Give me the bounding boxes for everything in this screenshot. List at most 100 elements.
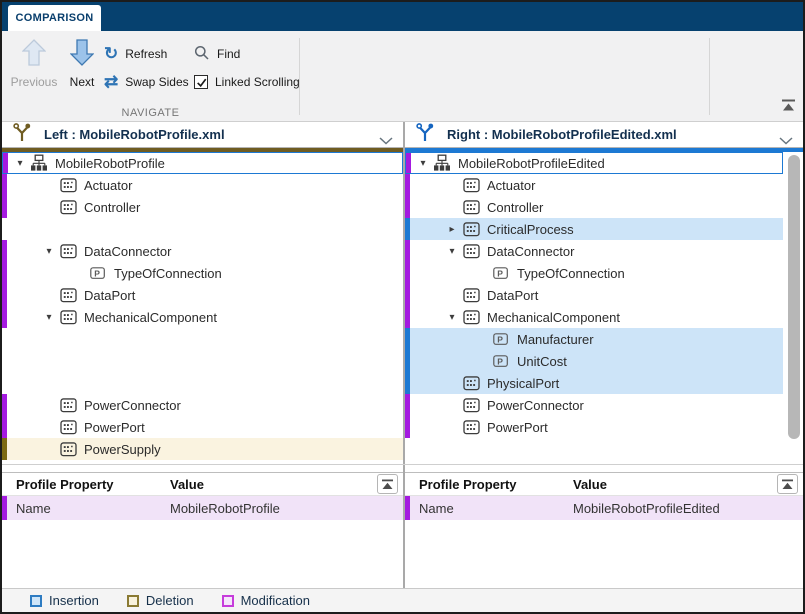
tree-item-label: DataConnector [487, 244, 574, 259]
tree-item-manufacturer[interactable]: PManufacturer [405, 328, 783, 350]
property-icon: P [491, 267, 511, 280]
modification-marker-bar [2, 416, 7, 438]
tree-item-label: TypeOfConnection [114, 266, 222, 281]
tree-item-powerport[interactable]: PowerPort [405, 416, 803, 438]
scrollbar-thumb[interactable] [788, 155, 800, 439]
tab-bar: COMPARISON [2, 2, 803, 31]
swap-sides-button[interactable]: ⇄ Swap Sides [104, 71, 189, 93]
tree-item-label: PowerPort [487, 420, 548, 435]
branch-compare-icon [12, 122, 32, 148]
tree-item-actuator[interactable]: Actuator [405, 174, 803, 196]
insertion-marker-bar [405, 218, 410, 240]
tree-item-label: MechanicalComponent [84, 310, 217, 325]
collapse-pane-button[interactable] [377, 474, 398, 494]
stereotype-icon [461, 178, 481, 193]
ribbon-section-separator [709, 38, 710, 115]
modification-marker-bar [405, 416, 410, 438]
left-file-selector[interactable]: Left : MobileRobotProfile.xml [2, 122, 403, 148]
tree-item-label: Controller [84, 200, 140, 215]
stereotype-icon [58, 200, 78, 215]
tree-item-powerport[interactable]: PowerPort [2, 416, 403, 438]
modification-marker-bar [2, 174, 7, 196]
stereotype-icon [461, 376, 481, 391]
collapse-pane-button[interactable] [777, 474, 798, 494]
tree-empty-row [2, 218, 403, 240]
collapse-ribbon-button[interactable] [781, 99, 801, 114]
vertical-scrollbar[interactable] [787, 152, 801, 464]
refresh-button[interactable]: ↻ Refresh [104, 43, 167, 65]
tree-item-label: MobileRobotProfile [55, 156, 165, 171]
checkbox-checked-icon [194, 75, 208, 89]
svg-text:P: P [497, 356, 503, 366]
tree-item-controller[interactable]: Controller [405, 196, 803, 218]
tree-item-powerconnector[interactable]: PowerConnector [2, 394, 403, 416]
tab-comparison[interactable]: COMPARISON [8, 5, 101, 31]
tree-item-controller[interactable]: Controller [2, 196, 403, 218]
modification-marker-bar [2, 306, 7, 328]
legend-item-deletion: Deletion [127, 593, 194, 608]
legend-label: Modification [241, 593, 310, 608]
modification-marker-bar [405, 174, 410, 196]
left-tree: ▾ MobileRobotProfile Actuator Controller ▾ Da… [2, 148, 403, 464]
legend-swatch [30, 595, 42, 607]
expander-expanded-icon[interactable]: ▾ [443, 246, 461, 257]
property-icon: P [88, 267, 108, 280]
expander-collapsed-icon[interactable]: ▸ [443, 224, 461, 235]
tree-item-mechanicalcomponent[interactable]: ▾ MechanicalComponent [2, 306, 403, 328]
tree-item-label: MobileRobotProfileEdited [458, 156, 605, 171]
right-file-selector[interactable]: Right : MobileRobotProfileEdited.xml [405, 122, 803, 148]
tree-item-label: DataConnector [84, 244, 171, 259]
expander-expanded-icon[interactable]: ▾ [414, 158, 432, 169]
tree-item-powersupply[interactable]: PowerSupply [2, 438, 403, 460]
previous-button[interactable]: Previous [6, 39, 62, 89]
tree-item-typeofconnection[interactable]: PTypeOfConnection [405, 262, 803, 284]
tree-item-dataconnector[interactable]: ▾ DataConnector [2, 240, 403, 262]
tree-item-dataconnector[interactable]: ▾ DataConnector [405, 240, 803, 262]
stereotype-icon [461, 222, 481, 237]
tree-item-label: CriticalProcess [487, 222, 574, 237]
left-file-title: Left : MobileRobotProfile.xml [44, 127, 225, 142]
navigate-section-label: NAVIGATE [2, 107, 299, 119]
tree-item-mobilerobotprofile[interactable]: ▾ MobileRobotProfile [2, 152, 403, 174]
tree-item-label: PowerConnector [487, 398, 584, 413]
tree-item-physicalport[interactable]: PhysicalPort [405, 372, 783, 394]
property-icon: P [491, 355, 511, 368]
modification-marker-bar [406, 153, 411, 173]
tree-item-powerconnector[interactable]: PowerConnector [405, 394, 803, 416]
tree-item-label: DataPort [487, 288, 538, 303]
tree-item-dataport[interactable]: DataPort [405, 284, 803, 306]
swap-icon: ⇄ [104, 74, 118, 90]
expander-expanded-icon[interactable]: ▾ [40, 312, 58, 323]
tree-item-dataport[interactable]: DataPort [2, 284, 403, 306]
linked-scrolling-checkbox[interactable]: Linked Scrolling [194, 71, 300, 93]
modification-marker-bar [405, 262, 410, 284]
svg-text:P: P [497, 334, 503, 344]
tree-item-criticalprocess[interactable]: ▸ CriticalProcess [405, 218, 783, 240]
expander-expanded-icon[interactable]: ▾ [11, 158, 29, 169]
legend-label: Deletion [146, 593, 194, 608]
tree-item-actuator[interactable]: Actuator [2, 174, 403, 196]
next-button[interactable]: Next [60, 39, 104, 89]
property-row-name[interactable]: NameMobileRobotProfileEdited [405, 496, 803, 520]
tree-item-mechanicalcomponent[interactable]: ▾MechanicalComponent [405, 306, 803, 328]
modification-marker-bar [405, 306, 410, 328]
profile-icon [432, 154, 452, 172]
property-value: MobileRobotProfile [170, 501, 280, 516]
modification-marker-bar [405, 240, 410, 262]
tree-item-mobilerobotprofileedited[interactable]: ▾ MobileRobotProfileEdited [405, 152, 783, 174]
tree-item-typeofconnection[interactable]: P TypeOfConnection [2, 262, 403, 284]
stereotype-icon [58, 244, 78, 259]
find-button[interactable]: Find [194, 43, 240, 65]
property-column-header: Profile Property [419, 477, 517, 492]
property-row-name[interactable]: NameMobileRobotProfile [2, 496, 403, 520]
ribbon-section-separator [299, 38, 300, 115]
tree-item-label: Actuator [487, 178, 535, 193]
modification-marker-bar [2, 196, 7, 218]
expander-expanded-icon[interactable]: ▾ [40, 246, 58, 257]
expander-expanded-icon[interactable]: ▾ [443, 312, 461, 323]
profile-icon [29, 154, 49, 172]
tree-item-label: PhysicalPort [487, 376, 559, 391]
tree-item-unitcost[interactable]: PUnitCost [405, 350, 783, 372]
property-icon: P [491, 333, 511, 346]
stereotype-icon [58, 420, 78, 435]
